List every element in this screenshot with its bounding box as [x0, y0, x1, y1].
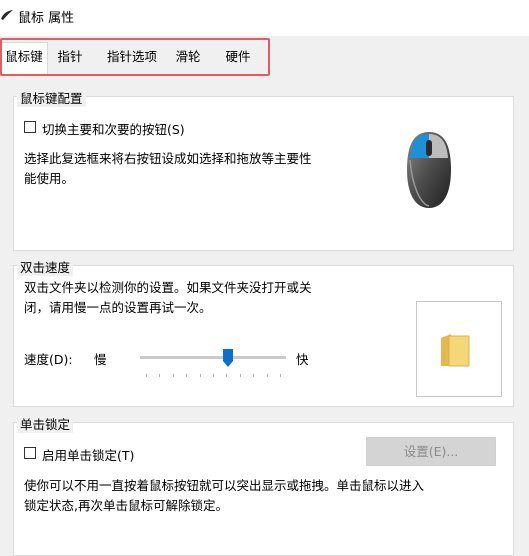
slider-tick: [146, 374, 147, 377]
double-click-desc-2: 闭，请用慢一点的设置再试一次。: [24, 300, 212, 315]
slider-tick: [280, 374, 281, 377]
switch-buttons-label[interactable]: 切换主要和次要的按钮(S): [42, 119, 185, 138]
slider-tick: [226, 374, 228, 377]
switch-buttons-checkbox[interactable]: [24, 121, 36, 133]
slider-tick: [199, 374, 201, 377]
click-lock-title: 单击锁定: [17, 414, 74, 433]
slider-thumb-icon[interactable]: [222, 348, 234, 368]
double-click-title: 双击速度: [17, 257, 74, 276]
slider-tick: [186, 374, 188, 377]
button-config-desc-1: 选择此复选框来将右按钮设成如选择和拖放等主要性: [24, 151, 312, 166]
test-folder-area[interactable]: [416, 301, 502, 397]
settings-button[interactable]: 设置(E)...: [366, 437, 496, 466]
slider-tick: [239, 374, 241, 377]
button-config-title: 鼠标键配置: [17, 88, 86, 107]
slider-tick: [266, 374, 268, 377]
slider-tick: [159, 374, 161, 377]
highlight-annotation: [0, 38, 270, 76]
button-config-desc-2: 能使用。: [24, 171, 75, 186]
speed-slider-track[interactable]: [140, 356, 286, 359]
click-lock-checkbox[interactable]: [24, 447, 36, 459]
folder-icon[interactable]: [439, 332, 471, 368]
title-bar: 鼠标 属性: [0, 0, 529, 32]
slow-label: 慢: [94, 352, 107, 367]
mouse-illustration-icon: [407, 132, 451, 208]
click-lock-label[interactable]: 启用单击锁定(T): [42, 445, 134, 464]
window-title: 鼠标 属性: [18, 11, 75, 26]
slider-tick: [253, 374, 255, 377]
click-lock-desc-1: 使你可以不用一直按着鼠标按钮就可以突出显示或拖拽。单击鼠标以进入: [24, 478, 425, 493]
mouse-window-icon: [1, 10, 13, 20]
fast-label: 快: [296, 352, 309, 367]
click-lock-desc-2: 锁定状态,再次单击鼠标可解除锁定。: [24, 498, 228, 513]
slider-tick: [172, 374, 174, 377]
slider-tick: [213, 374, 214, 377]
double-click-desc-1: 双击文件夹以检测你的设置。如果文件夹没打开或关: [24, 280, 312, 295]
speed-label: 速度(D):: [24, 352, 73, 367]
